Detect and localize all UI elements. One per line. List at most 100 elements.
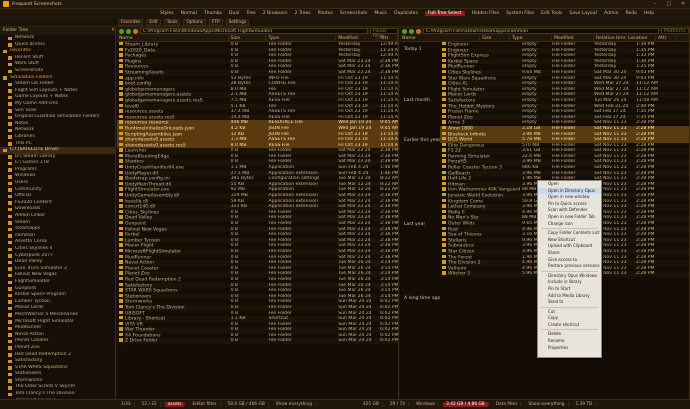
tree-item[interactable]: steamapps xyxy=(0,226,115,233)
status-show[interactable]: Show everything xyxy=(273,402,316,407)
menu-item[interactable]: Favorites xyxy=(118,18,144,26)
tree-item[interactable]: Quick access xyxy=(0,42,115,49)
tree-item[interactable]: Cities Skylines II xyxy=(0,246,115,253)
menubar-extra-item[interactable]: Help xyxy=(644,11,654,16)
tree-item[interactable]: Community xyxy=(0,187,115,194)
layout-item[interactable]: Styles xyxy=(160,11,174,16)
context-menu-item[interactable]: Add to Media Library xyxy=(538,293,601,300)
layout-item[interactable]: 2 Browsers xyxy=(263,11,288,16)
column-header[interactable]: Size xyxy=(480,35,510,41)
column-header[interactable]: Modified xyxy=(336,35,379,41)
tree-item[interactable]: Dead Valley xyxy=(0,259,115,266)
column-header[interactable]: Type xyxy=(510,35,552,41)
context-menu-item[interactable]: Pin to Start xyxy=(538,286,601,293)
context-menu[interactable]: Open Open in Directory Opus Open in new wi… xyxy=(537,180,602,358)
layout-item[interactable]: Duplicates xyxy=(394,11,418,16)
tree-item[interactable]: Official xyxy=(0,193,115,200)
layout-item[interactable]: Thumbs xyxy=(204,11,222,16)
tree-item[interactable]: Notes xyxy=(0,121,115,128)
menu-item[interactable]: Tools xyxy=(163,18,181,26)
tree-item[interactable]: MechWarrior 5 Mercenaries xyxy=(0,312,115,319)
tree-item[interactable]: This PC xyxy=(0,141,115,148)
tree-item[interactable]: Windows xyxy=(0,173,115,180)
up-icon[interactable] xyxy=(416,28,421,34)
context-menu-item[interactable]: Open in Directory Opus xyxy=(538,187,601,195)
maximize-button[interactable]: □ xyxy=(662,0,676,9)
menu-item[interactable]: Edit xyxy=(146,18,161,26)
context-menu-item[interactable]: Properties xyxy=(538,345,601,352)
tree-item[interactable]: C:\ (SATELLITE Drive) xyxy=(0,147,115,154)
tree-item[interactable]: Satisfactory xyxy=(0,358,115,365)
column-header[interactable]: Type xyxy=(266,35,337,41)
minimize-button[interactable]: – xyxy=(648,0,662,9)
tree-item[interactable]: Game Layouts + Notes xyxy=(0,94,115,101)
menubar-extra-item[interactable]: System Files xyxy=(506,11,534,16)
tree-item[interactable]: Programs xyxy=(0,167,115,174)
layout-item[interactable]: Photos xyxy=(318,11,333,16)
tree-item[interactable]: Recent Stuff xyxy=(0,55,115,62)
context-menu-item[interactable]: Copy Folder Contents List xyxy=(538,230,601,237)
left-filter-input[interactable]: Folder filter xyxy=(370,28,398,39)
tree-item[interactable]: My Game Add-Ons xyxy=(0,101,115,108)
tree-item[interactable]: Simulation Folders xyxy=(0,75,115,82)
menubar-extra-item[interactable]: Save Layout xyxy=(569,11,597,16)
menubar-extra-item[interactable]: Admin xyxy=(604,11,618,16)
context-menu-item[interactable]: Cut xyxy=(538,309,601,316)
tree-item[interactable]: Planet Zoo xyxy=(0,345,115,352)
tree-item[interactable]: Steam xyxy=(0,220,115,227)
close-button[interactable]: ✕ xyxy=(676,0,690,9)
forward-icon[interactable] xyxy=(126,28,131,34)
tree-item[interactable]: MudRunner xyxy=(0,325,115,332)
context-menu-item[interactable]: Restore previous versions xyxy=(538,263,601,270)
column-header[interactable]: Location xyxy=(626,35,656,41)
forward-icon[interactable] xyxy=(409,28,414,34)
left-file-pane[interactable]: C:\Program Files\WindowsApps\Microsoft.F… xyxy=(117,27,399,399)
menubar-extra-item[interactable]: Redo xyxy=(626,11,637,16)
tree-item[interactable]: Stationeers xyxy=(0,371,115,378)
back-icon[interactable] xyxy=(402,28,407,34)
context-menu-item[interactable]: New Shortcut xyxy=(538,237,601,244)
tree-item[interactable]: Network xyxy=(0,127,115,134)
status-editor-filter[interactable]: Editor filter xyxy=(189,402,221,407)
status-filter-tag[interactable]: assets xyxy=(164,402,186,407)
right-path-input[interactable]: C:\Program Files\Steam\steamapps\common xyxy=(423,28,659,34)
tree-item[interactable]: D:\ Steam Library xyxy=(0,154,115,161)
tree-item[interactable]: Work Stuff xyxy=(0,61,115,68)
layout-item[interactable]: Dual xyxy=(229,11,239,16)
context-menu-item[interactable]: Include in library xyxy=(538,279,601,286)
layout-item[interactable]: 2 Trees xyxy=(295,11,311,16)
tree-item[interactable]: Favorites xyxy=(0,48,115,55)
column-header[interactable]: Attr xyxy=(378,35,398,41)
tree-item[interactable]: Planet Coaster xyxy=(0,338,115,345)
context-menu-item[interactable]: Delete xyxy=(538,331,601,338)
tree-item[interactable]: Users xyxy=(0,180,115,187)
tree-item[interactable]: Screenshots xyxy=(0,68,115,75)
layout-item[interactable]: Normal xyxy=(181,11,197,16)
tree-item[interactable]: Stormworks xyxy=(0,378,115,385)
tree-item[interactable]: E:\ Games 1TB xyxy=(0,160,115,167)
back-icon[interactable] xyxy=(119,28,124,34)
tree-item[interactable]: Network xyxy=(0,35,115,42)
tree-item[interactable]: Kerbal Space Program xyxy=(0,292,115,299)
layout-item[interactable]: Tree xyxy=(246,11,255,16)
tree-item[interactable]: Addon Linker xyxy=(0,213,115,220)
tree-item[interactable]: Euro Truck Simulator 2 xyxy=(0,266,115,273)
tree-item[interactable]: Naval Action xyxy=(0,332,115,339)
tree-item[interactable]: FS2020 Content xyxy=(0,200,115,207)
menubar-extra-item[interactable]: Hidden Files xyxy=(472,11,499,16)
context-menu-item[interactable]: Open in new Folder Tab xyxy=(538,214,601,221)
tree-item[interactable]: Steam Lib Folder xyxy=(0,81,115,88)
tree-item[interactable]: Red Dead Redemption 2 xyxy=(0,352,115,359)
tree-item[interactable]: The Elder Scrolls V Skyrim xyxy=(0,384,115,391)
context-menu-item[interactable]: Copy xyxy=(538,315,601,322)
context-menu-item[interactable]: Open in new window xyxy=(538,194,601,201)
tree-item[interactable]: Lumber Tycoon xyxy=(0,299,115,306)
up-icon[interactable] xyxy=(133,28,138,34)
context-menu-item[interactable]: Scan with Defender xyxy=(538,207,601,214)
tree-item[interactable]: Assetto Corsa xyxy=(0,239,115,246)
context-menu-item[interactable]: Change icon xyxy=(538,221,601,228)
full-tree-select-button[interactable]: Full Tree Select xyxy=(424,11,465,16)
tree-item[interactable]: Microsoft Flight Simulator xyxy=(0,319,115,326)
menu-item[interactable]: Settings xyxy=(225,18,250,26)
tree-item[interactable]: Fallout New Vegas xyxy=(0,272,115,279)
